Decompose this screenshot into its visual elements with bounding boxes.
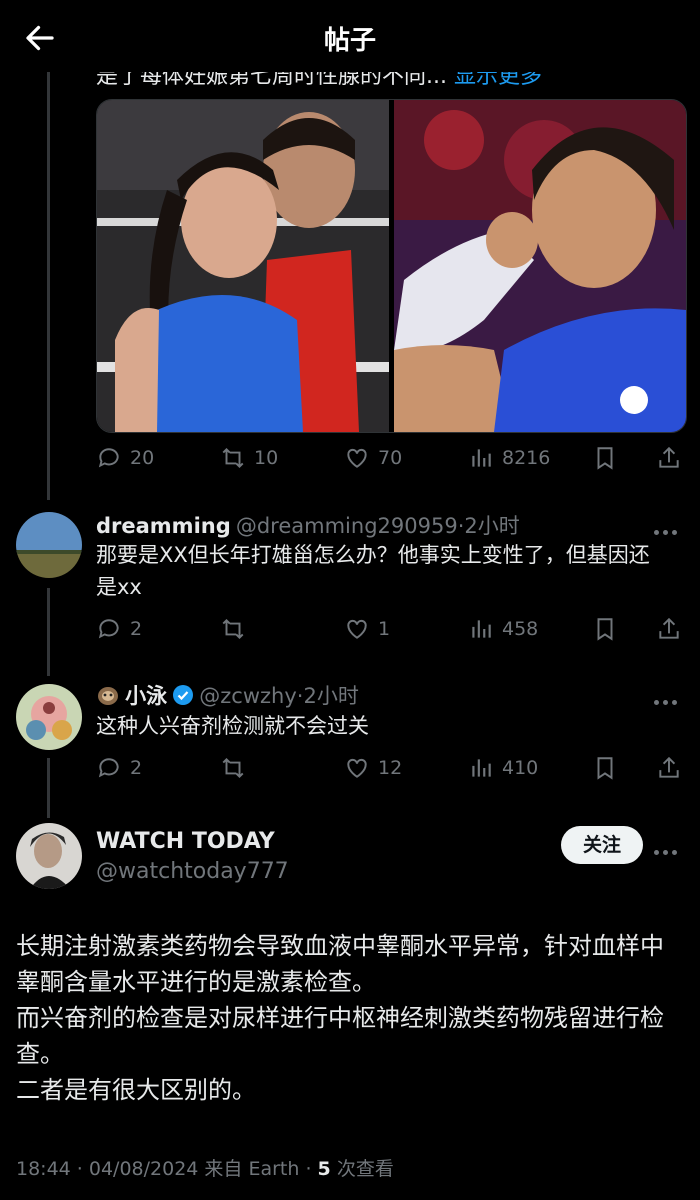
more-options-icon[interactable] (654, 840, 682, 855)
like-count: 1 (378, 618, 391, 640)
share-button[interactable] (656, 443, 690, 473)
reply-header: 小泳 @zcwzhy·2小时 (96, 680, 359, 710)
share-icon (659, 756, 679, 778)
author-handle-row: @watchtoday777 (96, 859, 289, 884)
author-name[interactable]: WATCH TODAY (96, 829, 275, 854)
boxing-photo-right[interactable] (394, 100, 686, 432)
like-button[interactable]: 12 (344, 753, 402, 783)
verified-badge-icon (172, 684, 194, 706)
views-count: 5 (317, 1158, 331, 1180)
share-icon (659, 617, 679, 639)
more-options-icon[interactable] (654, 520, 682, 535)
bookmark-button[interactable] (592, 443, 626, 473)
views-button[interactable]: 458 (468, 614, 538, 644)
reply-text: 那要是XX但长年打雄甾怎么办？他事实上变性了，但基因还是xx (96, 543, 650, 599)
reply-icon (98, 448, 119, 468)
share-button[interactable] (656, 753, 690, 783)
views-count: 8216 (502, 447, 551, 469)
reply-count: 20 (130, 447, 155, 469)
author-name[interactable]: dreamming (96, 514, 231, 538)
avatar-landscape-image (16, 512, 82, 578)
post-time: ·2小时 (457, 514, 520, 538)
views-count: 410 (502, 757, 539, 779)
views-icon (472, 620, 491, 638)
like-count: 12 (378, 757, 403, 779)
post-line: 长期注射激素类药物会导致血液中睾酮水平异常，针对血样中睾酮含量水平进行的是激素检… (16, 932, 664, 996)
reply-icon (98, 758, 119, 778)
avatar[interactable] (16, 512, 82, 578)
bookmark-button[interactable] (592, 614, 626, 644)
reply-button[interactable]: 2 (96, 753, 142, 783)
page-title: 帖子 (323, 26, 376, 56)
post-meta: 18:44 · 04/08/2024 来自 Earth · 5 次查看 (16, 1154, 394, 1181)
share-icon (659, 446, 679, 468)
author-name[interactable]: 小泳 (125, 684, 167, 708)
avatar[interactable] (16, 684, 82, 750)
views-count: 458 (502, 618, 539, 640)
post-actions: 2 1 458 (96, 614, 686, 644)
sloth-emoji-icon (96, 684, 120, 706)
bookmark-icon (597, 757, 613, 780)
thread-line (47, 588, 50, 676)
repost-icon (222, 618, 244, 640)
thread-line (47, 758, 50, 818)
author-name-row: WATCH TODAY (96, 829, 275, 854)
bookmark-button[interactable] (592, 753, 626, 783)
boxing-photo-left[interactable] (97, 100, 389, 432)
repost-icon (222, 757, 244, 779)
post-actions: 20 10 70 8216 (96, 443, 686, 473)
follow-button[interactable]: 关注 (561, 826, 643, 864)
heart-icon (347, 758, 367, 778)
bookmark-icon (597, 618, 613, 641)
bookmark-icon (597, 447, 613, 470)
views-label: 次查看 (330, 1158, 394, 1180)
repost-icon (222, 447, 244, 469)
post-line: 二者是有很大区别的。 (16, 1076, 256, 1104)
avatar[interactable] (16, 823, 82, 889)
reply-text: 这种人兴奋剂检测就不会过关 (96, 714, 369, 738)
reply-header: dreamming @dreamming290959·2小时 (96, 510, 520, 540)
thread-line (47, 72, 50, 500)
views-icon (472, 449, 491, 467)
repost-button[interactable] (220, 614, 254, 644)
reply-count: 2 (130, 618, 143, 640)
reply-button[interactable]: 2 (96, 614, 142, 644)
views-button[interactable]: 8216 (468, 443, 550, 473)
heart-icon (347, 448, 367, 468)
top-bar: 帖子 (0, 0, 700, 72)
reply-count: 2 (130, 757, 143, 779)
like-button[interactable]: 70 (344, 443, 402, 473)
heart-icon (347, 619, 367, 639)
reply-button[interactable]: 20 (96, 443, 154, 473)
repost-button[interactable] (220, 753, 254, 783)
like-button[interactable]: 1 (344, 614, 390, 644)
author-handle[interactable]: @dreamming290959 (236, 514, 458, 538)
like-count: 70 (378, 447, 403, 469)
author-handle[interactable]: @zcwzhy (199, 684, 297, 708)
post-timestamp: 18:44 · 04/08/2024 来自 Earth · (16, 1158, 318, 1180)
post-media[interactable] (96, 99, 687, 433)
more-options-icon[interactable] (654, 690, 682, 705)
views-button[interactable]: 410 (468, 753, 538, 783)
post-time: ·2小时 (296, 684, 359, 708)
avatar-portrait-image (16, 823, 82, 889)
share-button[interactable] (656, 614, 690, 644)
reply-icon (98, 619, 119, 639)
author-handle[interactable]: @watchtoday777 (96, 859, 289, 884)
avatar-illustration-image (16, 684, 82, 750)
post-line: 而兴奋剂的检查是对尿样进行中枢神经刺激类药物残留进行检查。 (16, 1004, 664, 1068)
post-body: 长期注射激素类药物会导致血液中睾酮水平异常，针对血样中睾酮含量水平进行的是激素检… (16, 928, 686, 1108)
repost-button[interactable]: 10 (220, 443, 278, 473)
post-actions: 2 12 410 (96, 753, 686, 783)
views-icon (472, 759, 491, 777)
repost-count: 10 (254, 447, 279, 469)
